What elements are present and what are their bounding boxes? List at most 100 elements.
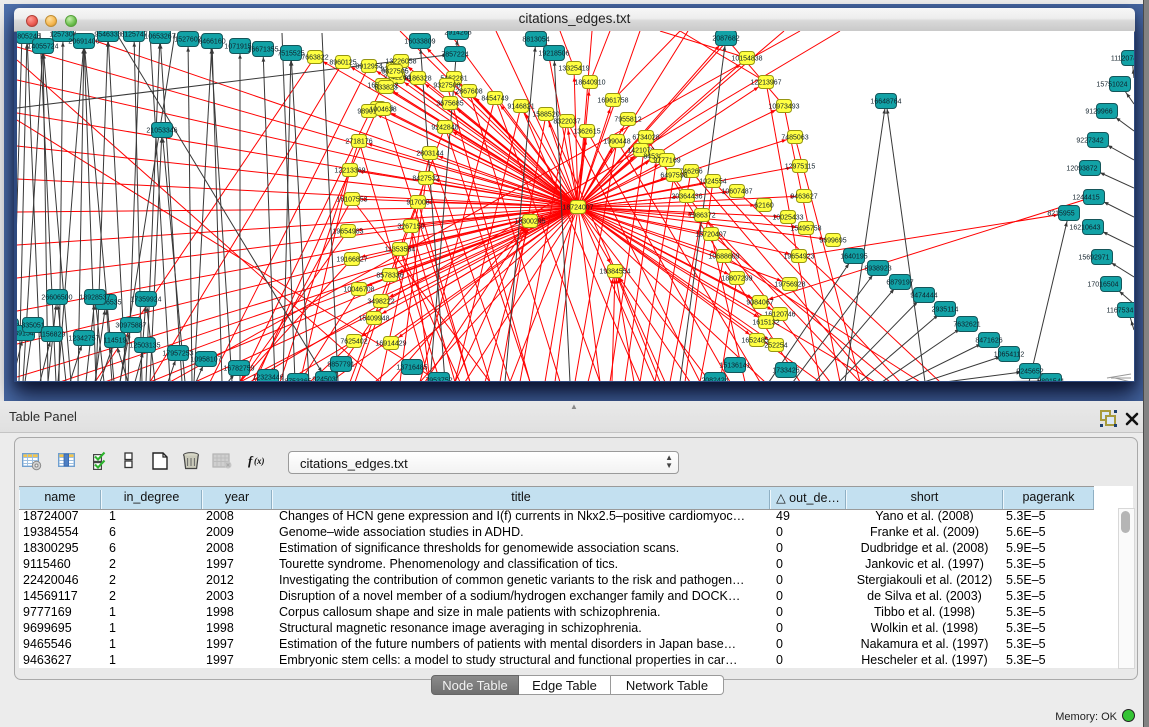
svg-text:2082424: 2082424	[701, 377, 728, 381]
svg-text:1640195: 1640195	[840, 253, 867, 260]
svg-text:16107553: 16107553	[336, 196, 367, 203]
svg-text:19384554: 19384554	[599, 268, 630, 275]
svg-text:9327505: 9327505	[381, 68, 408, 75]
svg-text:7515525: 7515525	[277, 50, 304, 57]
svg-text:16671355: 16671355	[247, 46, 278, 53]
svg-text:1244415: 1244415	[1072, 194, 1099, 201]
svg-text:12093872: 12093872	[1066, 165, 1097, 172]
svg-text:13716485: 13716485	[396, 364, 427, 371]
svg-text:917008: 917008	[406, 199, 429, 206]
svg-text:3267150: 3267150	[397, 223, 424, 230]
svg-text:2803144: 2803144	[416, 150, 443, 157]
svg-text:16961758: 16961758	[597, 97, 628, 104]
svg-text:9227342: 9227342	[1076, 137, 1103, 144]
svg-text:15409948: 15409948	[358, 315, 389, 322]
svg-text:18640910: 18640910	[574, 79, 605, 86]
svg-text:8960125: 8960125	[329, 59, 356, 66]
svg-text:8912954: 8912954	[355, 63, 382, 70]
svg-text:1990448: 1990448	[603, 138, 630, 145]
svg-text:7485063: 7485063	[781, 134, 808, 141]
svg-text:9857791: 9857791	[327, 361, 354, 368]
svg-text:62160: 62160	[754, 202, 774, 209]
svg-text:16033809: 16033809	[404, 38, 435, 45]
svg-text:30975887: 30975887	[115, 322, 146, 329]
svg-text:7625402: 7625402	[340, 338, 367, 345]
svg-text:1156829: 1156829	[39, 331, 66, 338]
svg-text:9777169: 9777169	[653, 157, 680, 164]
svg-text:7857224: 7857224	[441, 51, 468, 58]
svg-text:18724007: 18724007	[562, 204, 593, 211]
svg-text:9129966: 9129966	[1085, 108, 1112, 115]
svg-text:9245652: 9245652	[1016, 368, 1043, 375]
svg-text:8578336: 8578336	[376, 272, 403, 279]
svg-text:9463627: 9463627	[790, 193, 817, 200]
svg-text:252254: 252254	[764, 342, 787, 349]
svg-text:21053346: 21053346	[146, 127, 177, 134]
svg-text:16914429: 16914429	[375, 340, 406, 347]
svg-text:17016504: 17016504	[1087, 281, 1118, 288]
svg-text:2867608: 2867608	[455, 88, 482, 95]
svg-text:17957253: 17957253	[162, 350, 193, 357]
svg-text:12342757: 12342757	[68, 335, 99, 342]
svg-text:3675685: 3675685	[436, 100, 463, 107]
svg-text:10973493: 10973493	[768, 103, 799, 110]
svg-text:8753365: 8753365	[284, 378, 311, 381]
svg-text:1112074: 1112074	[1111, 55, 1134, 62]
svg-text:2718176: 2718176	[345, 138, 372, 145]
svg-text:8215955: 8215955	[1047, 210, 1074, 217]
svg-text:1024554: 1024554	[699, 178, 726, 185]
svg-text:10154838: 10154838	[731, 55, 762, 62]
svg-text:12503135: 12503135	[129, 342, 160, 349]
svg-text:8938923: 8938923	[864, 265, 891, 272]
svg-text:(x): (x)	[254, 456, 265, 466]
svg-text:10654112: 10654112	[994, 351, 1025, 358]
svg-text:19166827: 19166827	[336, 256, 367, 263]
svg-text:13325419: 13325419	[558, 65, 589, 72]
svg-text:8813054: 8813054	[522, 36, 549, 43]
svg-text:1167534: 1167534	[1107, 307, 1134, 314]
svg-text:15720407: 15720407	[695, 231, 726, 238]
svg-text:26606500: 26606500	[41, 294, 72, 301]
svg-text:9146821: 9146821	[507, 103, 534, 110]
svg-text:15751024: 15751024	[1096, 81, 1127, 88]
svg-text:10046708: 10046708	[343, 286, 374, 293]
svg-text:17359924: 17359924	[130, 296, 161, 303]
svg-text:1588520: 1588520	[532, 111, 559, 118]
svg-text:8471626: 8471626	[975, 337, 1002, 344]
svg-text:12323446: 12323446	[252, 374, 283, 381]
svg-text:7663822: 7663822	[301, 54, 328, 61]
svg-text:9242848: 9242848	[431, 124, 458, 131]
svg-text:2935114: 2935114	[932, 306, 959, 313]
svg-text:18807299: 18807299	[721, 275, 752, 282]
svg-text:15495758: 15495758	[790, 225, 821, 232]
svg-text:9474444: 9474444	[910, 292, 937, 299]
svg-text:19218506: 19218506	[538, 50, 569, 57]
svg-text:10653267: 10653267	[144, 33, 175, 40]
svg-text:2087682: 2087682	[712, 35, 739, 42]
svg-text:114519: 114519	[104, 337, 127, 344]
svg-text:20691406: 20691406	[68, 38, 99, 45]
svg-text:14055724: 14055724	[27, 43, 58, 50]
svg-text:10688609: 10688609	[708, 253, 739, 260]
svg-text:6879197: 6879197	[886, 279, 913, 286]
svg-text:16648764: 16648764	[870, 98, 901, 105]
svg-text:20364436: 20364436	[671, 193, 702, 200]
svg-text:16210643: 16210643	[1069, 224, 1100, 231]
svg-text:19654983: 19654983	[332, 228, 363, 235]
svg-text:8427532: 8427532	[412, 175, 439, 182]
svg-text:9699695: 9699695	[819, 237, 846, 244]
svg-text:15136141: 15136141	[719, 362, 750, 369]
svg-text:7955812: 7955812	[614, 116, 641, 123]
svg-text:8186328: 8186328	[404, 75, 431, 82]
svg-text:1362615: 1362615	[573, 128, 600, 135]
svg-text:9245031: 9245031	[312, 376, 339, 381]
svg-text:9546333: 9546333	[94, 31, 121, 38]
svg-text:12213967: 12213967	[750, 79, 781, 86]
svg-text:7986372: 7986372	[688, 212, 715, 219]
svg-text:1257304: 1257304	[49, 31, 76, 38]
svg-text:9084067: 9084067	[746, 299, 773, 306]
svg-text:10607487: 10607487	[721, 188, 752, 195]
svg-text:9891541: 9891541	[1037, 378, 1064, 381]
svg-text:12975115: 12975115	[785, 163, 816, 170]
svg-text:8322037: 8322037	[553, 118, 580, 125]
